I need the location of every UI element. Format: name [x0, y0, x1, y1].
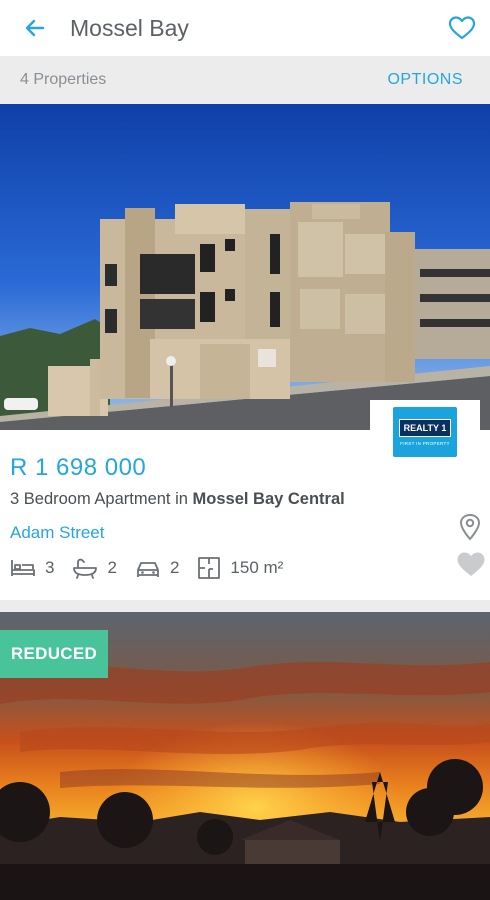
- floor-plan-icon: [198, 557, 221, 579]
- heart-filled-icon: [457, 552, 485, 576]
- apartment-building-image: [0, 202, 490, 430]
- garages-count: 2: [169, 558, 180, 577]
- bathrooms-feature: 2: [72, 557, 117, 579]
- favourite-search-button[interactable]: [434, 0, 490, 56]
- map-pin-icon: [459, 513, 481, 541]
- bath-icon: [73, 558, 98, 579]
- listing-features: 3 2 2 150 m²: [10, 554, 301, 582]
- listing-description: 3 Bedroom Apartment in Mossel Bay Centra…: [10, 490, 345, 509]
- listing-type: 3 Bedroom Apartment in: [10, 490, 193, 508]
- listing-card[interactable]: REALTY 1 FIRST IN PROPERTY R 1 698 000 3…: [0, 104, 490, 600]
- app-bar: Mossel Bay: [0, 0, 490, 56]
- results-count: 4 Properties: [20, 71, 107, 88]
- heart-outline-icon: [448, 16, 476, 40]
- favourite-listing-button[interactable]: [456, 550, 486, 583]
- results-bar: 4 Properties OPTIONS: [0, 56, 490, 104]
- listing-street: Adam Street: [10, 523, 105, 542]
- listing-photo[interactable]: [0, 104, 490, 430]
- back-arrow-icon: [25, 19, 45, 37]
- bedrooms-feature: 3: [10, 557, 54, 579]
- reduced-badge: REDUCED: [0, 630, 108, 678]
- listing-suburb: Mossel Bay Central: [192, 490, 345, 508]
- page-title: Mossel Bay: [70, 14, 189, 41]
- map-pin-button[interactable]: [458, 513, 482, 546]
- bedrooms-count: 3: [45, 558, 55, 577]
- options-button[interactable]: OPTIONS: [387, 71, 463, 89]
- bed-icon: [11, 560, 35, 576]
- floor-size: 150 m²: [230, 558, 284, 577]
- realty1-logo: REALTY 1 FIRST IN PROPERTY: [393, 407, 457, 457]
- bathrooms-count: 2: [107, 558, 117, 577]
- agency-logo-text: REALTY 1: [398, 418, 452, 437]
- agency-logo-subtext: FIRST IN PROPERTY: [400, 440, 450, 446]
- agency-logo[interactable]: REALTY 1 FIRST IN PROPERTY: [370, 400, 480, 464]
- floor-size-feature: 150 m²: [197, 556, 283, 580]
- back-button[interactable]: [0, 0, 70, 56]
- listing-price: R 1 698 000: [10, 454, 147, 481]
- garages-feature: 2: [135, 557, 179, 579]
- listing-card[interactable]: REDUCED: [0, 612, 490, 900]
- car-icon: [137, 562, 159, 577]
